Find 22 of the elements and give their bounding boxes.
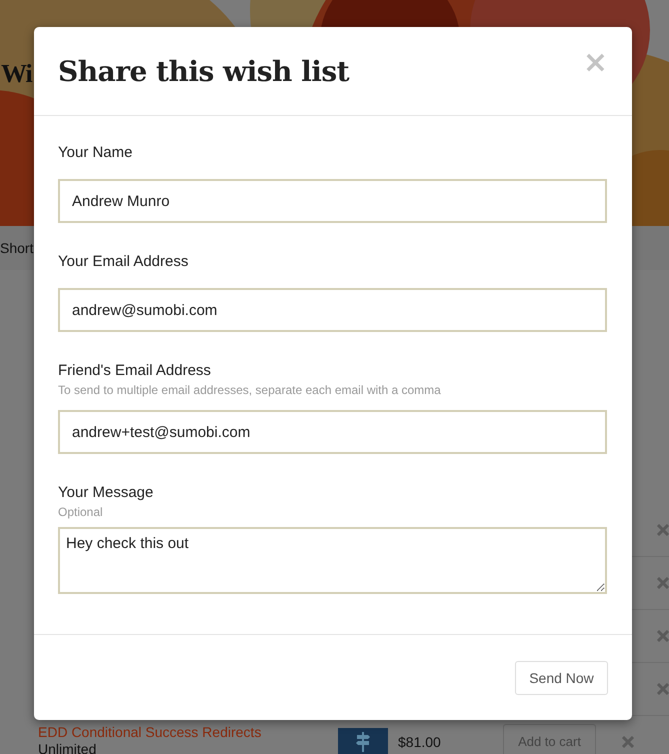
dialog-title: Share this wish list: [58, 54, 350, 90]
nav-link[interactable]: Short: [0, 240, 34, 256]
field-label: Your Email Address: [58, 252, 188, 272]
close-icon[interactable]: [622, 736, 634, 748]
send-now-button[interactable]: Send Now: [515, 661, 608, 695]
field-hint: To send to multiple email addresses, separate each email with a comma: [58, 382, 441, 398]
field-label: Your Message: [58, 483, 154, 503]
field-hint: Optional: [58, 504, 103, 520]
close-icon[interactable]: [657, 524, 669, 536]
product-price: $81.00: [397, 733, 442, 750]
input-field[interactable]: andrew+test@sumobi.com: [58, 410, 607, 454]
input-field[interactable]: andrew@sumobi.com: [58, 288, 607, 332]
close-icon[interactable]: [657, 577, 669, 589]
field-label: Your Name: [58, 143, 132, 163]
message-field[interactable]: Hey check this out: [58, 527, 607, 594]
signpost-icon: [356, 732, 370, 752]
close-icon[interactable]: [657, 630, 669, 642]
input-field[interactable]: Andrew Munro: [58, 179, 607, 223]
field-label: Friend's Email Address: [58, 361, 211, 381]
close-icon[interactable]: [657, 683, 669, 695]
page-heading: Wi: [1, 58, 32, 90]
product-variant: Unlimited: [38, 741, 96, 754]
